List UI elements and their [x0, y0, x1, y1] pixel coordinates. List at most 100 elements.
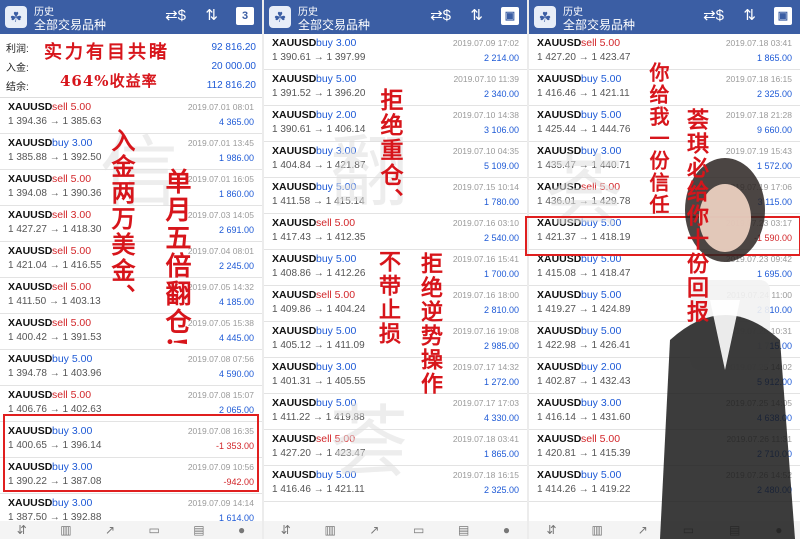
currency-sort-icon[interactable]: ⇄$: [165, 7, 186, 25]
trade-pnl: 2 810.00: [756, 305, 792, 315]
trade-tab-icon[interactable]: ↗: [638, 523, 648, 537]
trade-row[interactable]: XAUUSD sell 5.00 1 427.20 → 1 423.47 2019.0…: [264, 430, 527, 466]
currency-sort-icon[interactable]: ⇄$: [703, 7, 724, 25]
trade-row[interactable]: XAUUSD sell 5.00 1 420.81 → 1 415.39 2019.0…: [529, 430, 800, 466]
sort-icon[interactable]: ⇅: [470, 7, 483, 25]
trade-row[interactable]: XAUUSD buy 5.00 1 416.46 → 1 421.11 2019.07…: [264, 466, 527, 502]
trade-row[interactable]: XAUUSD buy 3.00 1 416.14 → 1 431.60 2019.07…: [529, 394, 800, 430]
trade-tab-icon[interactable]: ↗: [369, 523, 379, 537]
trade-pnl: 1 715.00: [756, 341, 792, 351]
chat-tab-icon[interactable]: ●: [238, 523, 245, 537]
quotes-tab-icon[interactable]: ⇵: [546, 523, 556, 537]
trade-row[interactable]: XAUUSD sell 5.00 1 417.43 → 1 412.35 2019.0…: [264, 214, 527, 250]
calligraphy-column: 你给我一份信任: [646, 62, 670, 216]
trade-row[interactable]: XAUUSD buy 5.00 1 415.08 → 1 418.47 2019.07…: [529, 250, 800, 286]
trade-side: sell 5.00: [52, 281, 92, 293]
trade-prices: 1 416.14 → 1 431.60: [537, 412, 631, 423]
trade-time: 2019.07.09 14:14: [187, 498, 254, 508]
trade-row[interactable]: XAUUSD buy 5.00 1 421.37 → 1 418.19 2019.07…: [529, 214, 800, 250]
calendar-icon[interactable]: 3: [236, 7, 254, 25]
trade-side: sell 5.00: [52, 173, 92, 185]
trade-symbol: XAUUSD: [537, 433, 582, 445]
symbol-filter[interactable]: 全部交易品种: [563, 16, 635, 33]
trade-symbol: XAUUSD: [272, 433, 317, 445]
trade-side: sell 5.00: [316, 289, 356, 301]
trade-symbol: XAUUSD: [537, 145, 582, 157]
trade-row[interactable]: XAUUSD buy 3.00 1 401.31 → 1 405.55 2019.07…: [264, 358, 527, 394]
trade-symbol: XAUUSD: [272, 217, 317, 229]
trade-symbol: XAUUSD: [272, 181, 317, 193]
history-tab-icon[interactable]: ▭: [413, 523, 424, 537]
trade-row[interactable]: XAUUSD buy 3.00 1 390.22 → 1 387.08 2019.07…: [0, 458, 262, 494]
trade-time: 2019.07.25 14:05: [725, 398, 792, 408]
trade-prices: 1 390.61 → 1 397.99: [272, 52, 366, 63]
trade-side: buy 3.00: [316, 145, 357, 157]
trade-prices: 1 394.36 → 1 385.63: [8, 116, 102, 127]
news-tab-icon[interactable]: ▤: [458, 523, 469, 537]
trade-symbol: XAUUSD: [537, 73, 582, 85]
trade-side: buy 5.00: [316, 397, 357, 409]
trade-time: 2019.07.18 21:28: [725, 110, 792, 120]
trade-time: 2019.07.19 17:06: [725, 182, 792, 192]
trade-side: sell 5.00: [581, 37, 621, 49]
sort-icon[interactable]: ⇅: [205, 7, 218, 25]
trade-symbol: XAUUSD: [537, 181, 582, 193]
trade-symbol: XAUUSD: [537, 253, 582, 265]
trade-symbol: XAUUSD: [272, 289, 317, 301]
trade-row[interactable]: XAUUSD buy 3.00 1 400.65 → 1 396.14 2019.07…: [0, 422, 262, 458]
trade-row[interactable]: XAUUSD buy 2.00 1 402.87 → 1 432.43 2019.07…: [529, 358, 800, 394]
trade-side: sell 3.00: [52, 209, 92, 221]
symbol-filter[interactable]: 全部交易品种: [34, 16, 106, 33]
chat-tab-icon[interactable]: ●: [503, 523, 510, 537]
trade-pnl: 2 065.00: [218, 405, 254, 415]
trade-symbol: XAUUSD: [8, 497, 53, 509]
trade-time: 2019.07.10 11:39: [453, 74, 519, 84]
quotes-tab-icon[interactable]: ⇵: [281, 523, 291, 537]
bottom-tab-bar: ⇵ ▥ ↗ ▭ ▤ ●: [529, 521, 800, 539]
trade-row[interactable]: XAUUSD buy 5.00 1 414.26 → 1 419.22 2019.07…: [529, 466, 800, 502]
trade-side: buy 3.00: [52, 137, 93, 149]
deposit-value: 20 000.00: [211, 61, 257, 72]
news-tab-icon[interactable]: ▤: [193, 523, 204, 537]
symbol-filter[interactable]: 全部交易品种: [298, 16, 370, 33]
trade-time: 2019.07.26 11:31: [726, 434, 792, 444]
trade-side: buy 3.00: [316, 361, 357, 373]
app-header: ☘ 历史 全部交易品种 ⇄$ ⇅ ▣: [529, 0, 800, 34]
trade-prices: 1 415.08 → 1 418.47: [537, 268, 631, 279]
trade-row[interactable]: XAUUSD buy 3.00 1 390.61 → 1 397.99 2019.07…: [264, 34, 527, 70]
app-header: ☘ 历史 全部交易品种 ⇄$ ⇅ ▣: [264, 0, 527, 34]
trade-row[interactable]: XAUUSD sell 5.00 1 406.76 → 1 402.63 2019.0…: [0, 386, 262, 422]
trade-tab-icon[interactable]: ↗: [105, 523, 115, 537]
trade-row[interactable]: XAUUSD sell 5.00 1 400.42 → 1 391.53 2019.0…: [0, 314, 262, 350]
trade-row[interactable]: XAUUSD buy 5.00 1 394.78 → 1 403.96 2019.07…: [0, 350, 262, 386]
trade-prices: 1 408.86 → 1 412.26: [272, 268, 366, 279]
history-tab-icon[interactable]: ▭: [148, 523, 159, 537]
news-tab-icon[interactable]: ▤: [729, 523, 740, 537]
chart-tab-icon[interactable]: ▥: [591, 523, 602, 537]
sort-icon[interactable]: ⇅: [743, 7, 756, 25]
chart-tab-icon[interactable]: ▥: [60, 523, 71, 537]
trade-prices: 1 421.37 → 1 418.19: [537, 232, 631, 243]
chat-tab-icon[interactable]: ●: [775, 523, 782, 537]
chart-tab-icon[interactable]: ▥: [324, 523, 335, 537]
bottom-tab-bar: ⇵ ▥ ↗ ▭ ▤ ●: [264, 521, 527, 539]
history-tab-icon[interactable]: ▭: [683, 523, 694, 537]
trade-symbol: XAUUSD: [272, 253, 317, 265]
trade-pnl: 2 325.00: [756, 89, 792, 99]
calendar-icon[interactable]: ▣: [501, 7, 519, 25]
app-logo-icon: ☘: [269, 6, 291, 28]
trade-row[interactable]: XAUUSD buy 5.00 1 411.22 → 1 419.88 2019.07…: [264, 394, 527, 430]
trade-side: sell 5.00: [316, 217, 356, 229]
trade-time: 2019.07.16 18:00: [452, 290, 519, 300]
trade-symbol: XAUUSD: [272, 469, 317, 481]
trade-side: buy 5.00: [581, 253, 622, 265]
calendar-icon[interactable]: ▣: [774, 7, 792, 25]
trade-side: buy 5.00: [316, 325, 357, 337]
trade-row[interactable]: XAUUSD buy 5.00 1 422.98 → 1 426.41 2019.07…: [529, 322, 800, 358]
trade-row[interactable]: XAUUSD buy 5.00 1 419.27 → 1 424.89 2019.07…: [529, 286, 800, 322]
trade-side: buy 2.00: [316, 109, 357, 121]
trade-symbol: XAUUSD: [537, 397, 582, 409]
trade-prices: 1 427.20 → 1 423.47: [272, 448, 366, 459]
currency-sort-icon[interactable]: ⇄$: [430, 7, 451, 25]
quotes-tab-icon[interactable]: ⇵: [17, 523, 27, 537]
